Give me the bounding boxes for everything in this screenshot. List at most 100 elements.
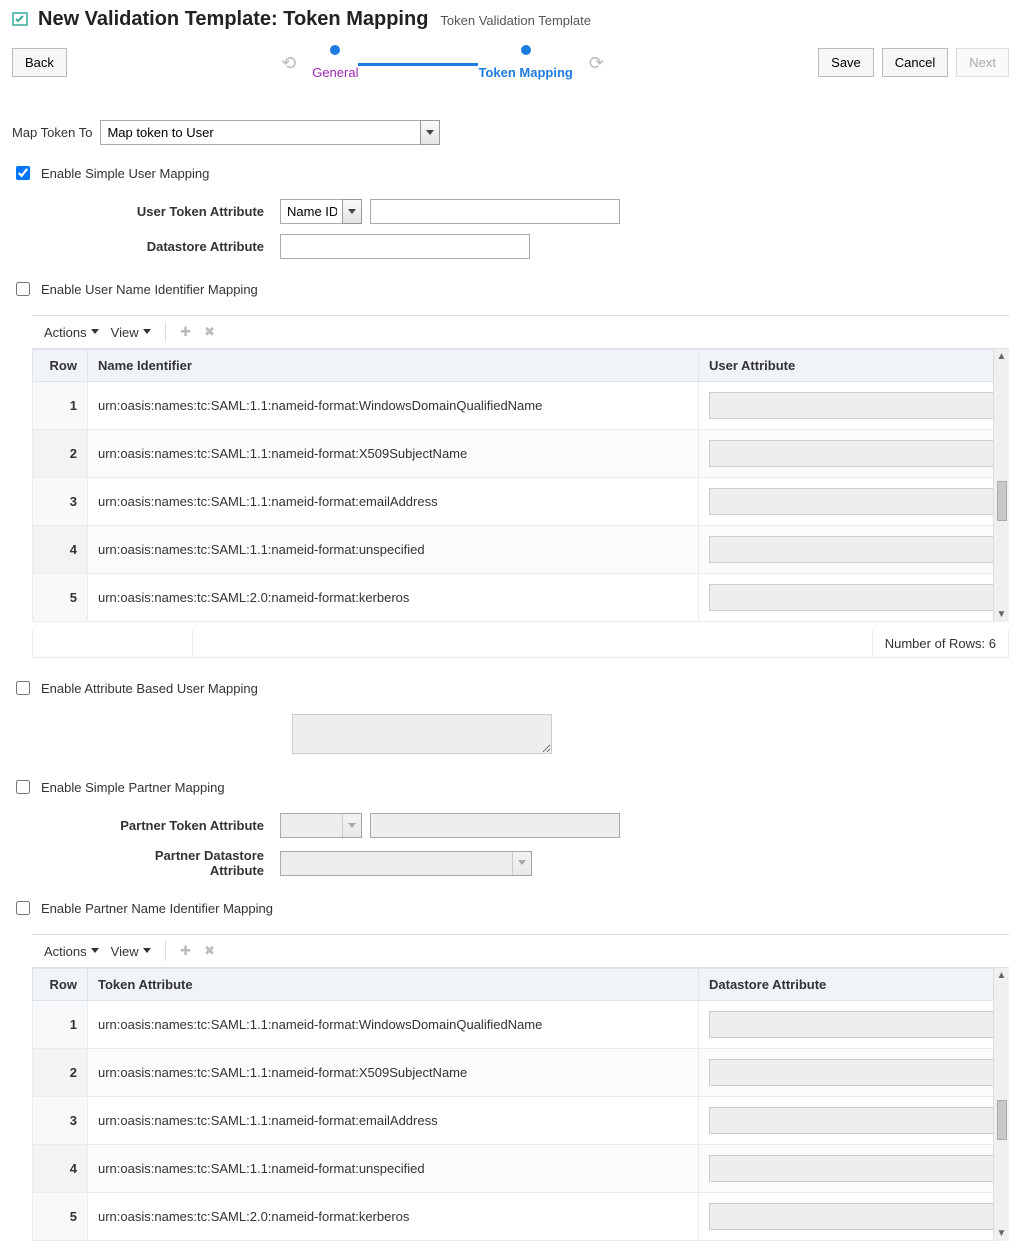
table1-row-count: Number of Rows: 6 xyxy=(872,630,1008,657)
enable-simple-partner-label: Enable Simple Partner Mapping xyxy=(41,780,225,795)
table-row[interactable]: 3urn:oasis:names:tc:SAML:1.1:nameid-form… xyxy=(33,1097,1009,1145)
user-token-attribute-label: User Token Attribute xyxy=(112,204,272,219)
row-number: 3 xyxy=(33,1097,88,1145)
table-row[interactable]: 5urn:oasis:names:tc:SAML:2.0:nameid-form… xyxy=(33,1193,1009,1241)
scroll-down-icon: ▼ xyxy=(997,607,1007,622)
enable-name-id-mapping-checkbox[interactable] xyxy=(16,282,30,296)
table-row[interactable]: 3urn:oasis:names:tc:SAML:1.1:nameid-form… xyxy=(33,478,1009,526)
chevron-down-icon xyxy=(342,813,362,838)
table-row[interactable]: 4urn:oasis:names:tc:SAML:1.1:nameid-form… xyxy=(33,526,1009,574)
name-identifier-cell: urn:oasis:names:tc:SAML:1.1:nameid-forma… xyxy=(88,1049,699,1097)
row-number: 1 xyxy=(33,1001,88,1049)
row-number: 5 xyxy=(33,1193,88,1241)
name-identifier-table: Row Name Identifier User Attribute 1urn:… xyxy=(32,349,1009,622)
row-number: 2 xyxy=(33,430,88,478)
datastore-attribute-input[interactable] xyxy=(280,234,530,259)
table1-view-menu[interactable]: View xyxy=(107,323,155,342)
name-identifier-cell: urn:oasis:names:tc:SAML:1.1:nameid-forma… xyxy=(88,478,699,526)
table2-toolbar: Actions View ✚ ✖ xyxy=(32,935,1009,968)
table2-col-token-attribute: Token Attribute xyxy=(88,969,699,1001)
attribute-input xyxy=(709,536,998,563)
table1-col-user-attribute: User Attribute xyxy=(699,350,1009,382)
save-button[interactable]: Save xyxy=(818,48,874,77)
next-button: Next xyxy=(956,48,1009,77)
remove-row-icon: ✖ xyxy=(200,322,220,342)
table2-actions-menu[interactable]: Actions xyxy=(40,942,103,961)
enable-partner-name-id-checkbox[interactable] xyxy=(16,901,30,915)
name-identifier-cell: urn:oasis:names:tc:SAML:1.1:nameid-forma… xyxy=(88,526,699,574)
enable-attr-based-checkbox[interactable] xyxy=(16,681,30,695)
attribute-input xyxy=(709,392,998,419)
row-number: 5 xyxy=(33,574,88,622)
page-title: New Validation Template: Token Mapping xyxy=(38,8,428,31)
table-row[interactable]: 2urn:oasis:names:tc:SAML:1.1:nameid-form… xyxy=(33,430,1009,478)
scrollbar-thumb[interactable] xyxy=(997,1100,1007,1140)
attr-based-textarea xyxy=(292,714,552,754)
name-identifier-cell: urn:oasis:names:tc:SAML:1.1:nameid-forma… xyxy=(88,1097,699,1145)
cancel-button[interactable]: Cancel xyxy=(882,48,948,77)
train-next-icon: ⟳ xyxy=(573,54,620,72)
table-row[interactable]: 2urn:oasis:names:tc:SAML:1.1:nameid-form… xyxy=(33,1049,1009,1097)
chevron-down-icon[interactable] xyxy=(342,199,362,224)
train-dot-token-mapping xyxy=(521,45,531,55)
table-row[interactable]: 5urn:oasis:names:tc:SAML:2.0:nameid-form… xyxy=(33,574,1009,622)
row-number: 3 xyxy=(33,478,88,526)
enable-partner-name-id-label: Enable Partner Name Identifier Mapping xyxy=(41,901,273,916)
name-identifier-cell: urn:oasis:names:tc:SAML:2.0:nameid-forma… xyxy=(88,574,699,622)
back-button[interactable]: Back xyxy=(12,48,67,77)
attribute-input xyxy=(709,440,998,467)
train-connector xyxy=(358,63,478,66)
caret-down-icon xyxy=(143,948,151,957)
caret-down-icon xyxy=(91,948,99,957)
partner-datastore-attribute-label: Partner Datastore Attribute xyxy=(112,848,272,878)
row-number: 2 xyxy=(33,1049,88,1097)
chevron-down-icon[interactable] xyxy=(420,120,440,145)
table-row[interactable]: 4urn:oasis:names:tc:SAML:1.1:nameid-form… xyxy=(33,1145,1009,1193)
attribute-input xyxy=(709,584,998,611)
table-row[interactable]: 1urn:oasis:names:tc:SAML:1.1:nameid-form… xyxy=(33,1001,1009,1049)
wizard-train: ⟲ General Token Mapping ⟳ xyxy=(75,45,810,80)
partner-datastore-attribute-select xyxy=(280,851,532,876)
table2-col-row: Row xyxy=(33,969,88,1001)
name-identifier-cell: urn:oasis:names:tc:SAML:1.1:nameid-forma… xyxy=(88,1145,699,1193)
enable-name-id-mapping-label: Enable User Name Identifier Mapping xyxy=(41,282,258,297)
page-subtitle: Token Validation Template xyxy=(440,13,591,28)
vertical-scrollbar[interactable]: ▲ ▼ xyxy=(993,968,1009,1241)
name-identifier-cell: urn:oasis:names:tc:SAML:1.1:nameid-forma… xyxy=(88,430,699,478)
train-step-general[interactable]: General xyxy=(312,65,358,80)
caret-down-icon xyxy=(91,329,99,338)
datastore-attribute-label: Datastore Attribute xyxy=(112,239,272,254)
enable-attr-based-label: Enable Attribute Based User Mapping xyxy=(41,681,258,696)
train-step-token-mapping[interactable]: Token Mapping xyxy=(478,65,572,80)
train-dot-general xyxy=(330,45,340,55)
table-row[interactable]: 1urn:oasis:names:tc:SAML:1.1:nameid-form… xyxy=(33,382,1009,430)
add-row-icon: ✚ xyxy=(176,322,196,342)
attribute-input xyxy=(709,1011,998,1038)
row-number: 4 xyxy=(33,526,88,574)
train-prev-icon: ⟲ xyxy=(265,54,312,72)
validation-template-icon xyxy=(12,11,26,25)
vertical-scrollbar[interactable]: ▲ ▼ xyxy=(993,349,1009,622)
name-identifier-cell: urn:oasis:names:tc:SAML:1.1:nameid-forma… xyxy=(88,382,699,430)
enable-simple-user-checkbox[interactable] xyxy=(16,166,30,180)
map-token-to-label: Map Token To xyxy=(12,125,92,140)
scrollbar-thumb[interactable] xyxy=(997,481,1007,521)
add-row-icon: ✚ xyxy=(176,941,196,961)
table1-actions-menu[interactable]: Actions xyxy=(40,323,103,342)
table1-toolbar: Actions View ✚ ✖ xyxy=(32,316,1009,349)
enable-simple-partner-checkbox[interactable] xyxy=(16,780,30,794)
map-token-to-select[interactable] xyxy=(100,120,440,145)
table2-view-menu[interactable]: View xyxy=(107,942,155,961)
scroll-up-icon: ▲ xyxy=(997,968,1007,983)
scroll-up-icon: ▲ xyxy=(997,349,1007,364)
enable-simple-user-label: Enable Simple User Mapping xyxy=(41,166,209,181)
attribute-input xyxy=(709,1155,998,1182)
attribute-input xyxy=(709,1059,998,1086)
row-number: 4 xyxy=(33,1145,88,1193)
token-attribute-table: Row Token Attribute Datastore Attribute … xyxy=(32,968,1009,1241)
table2-col-datastore-attribute: Datastore Attribute xyxy=(699,969,1009,1001)
user-token-attribute-input[interactable] xyxy=(370,199,620,224)
name-identifier-cell: urn:oasis:names:tc:SAML:2.0:nameid-forma… xyxy=(88,1193,699,1241)
attribute-input xyxy=(709,1203,998,1230)
attribute-input xyxy=(709,1107,998,1134)
